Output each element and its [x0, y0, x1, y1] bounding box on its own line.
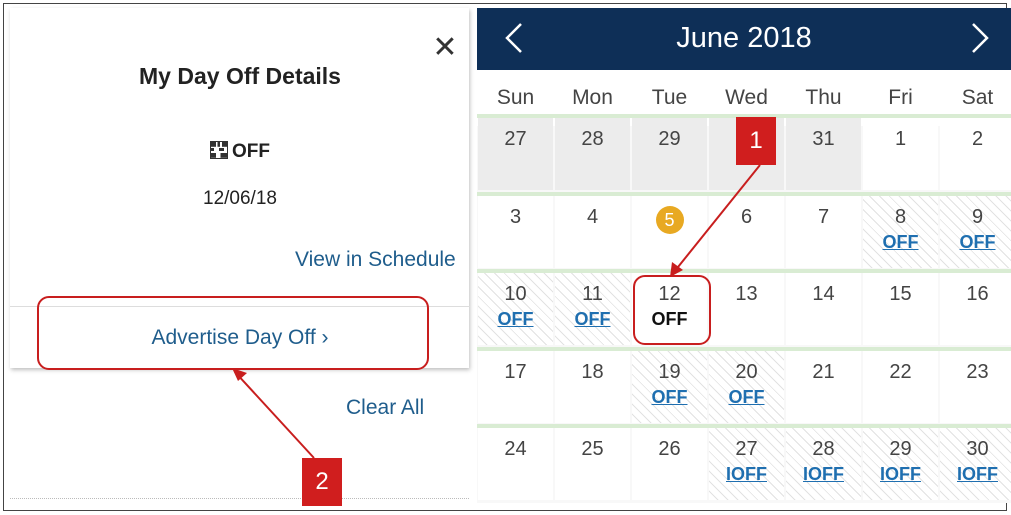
- month-title: June 2018: [676, 22, 812, 54]
- qr-code-icon: [210, 141, 228, 159]
- day-cell[interactable]: 19 OFF: [632, 351, 707, 423]
- day-cell[interactable]: 5: [632, 196, 707, 268]
- day-number: 9: [971, 206, 984, 228]
- day-cell[interactable]: 29 IOFF: [863, 428, 938, 500]
- day-cell[interactable]: 22: [863, 351, 938, 423]
- clear-all-link[interactable]: Clear All: [346, 396, 424, 420]
- day-cell[interactable]: 14: [786, 273, 861, 345]
- day-number: 4: [586, 206, 599, 228]
- day-cell[interactable]: 4: [555, 196, 630, 268]
- day-number: 3: [509, 206, 522, 228]
- day-cell[interactable]: 18: [555, 351, 630, 423]
- day-cell[interactable]: 29: [632, 118, 707, 190]
- today-marker: 5: [655, 206, 684, 234]
- day-cell[interactable]: 30 IOFF: [940, 428, 1011, 500]
- day-number: 23: [966, 361, 989, 383]
- day-number: 1: [894, 128, 907, 150]
- day-cell[interactable]: 9 OFF: [940, 196, 1011, 268]
- day-number: 29: [658, 128, 681, 150]
- day-cell[interactable]: 24: [478, 428, 553, 500]
- day-cell[interactable]: 10 OFF: [478, 273, 553, 345]
- day-off-tag[interactable]: IOFF: [940, 464, 1011, 485]
- day-number: 8: [894, 206, 907, 228]
- day-off-tag[interactable]: OFF: [940, 232, 1011, 253]
- day-number: 28: [812, 438, 835, 460]
- day-cell[interactable]: 31: [786, 118, 861, 190]
- day-number: 6: [740, 206, 753, 228]
- day-cell[interactable]: 2: [940, 118, 1011, 190]
- day-number: 28: [581, 128, 604, 150]
- day-number: 14: [812, 283, 835, 305]
- chevron-left-icon: [505, 23, 522, 53]
- day-cell[interactable]: 25: [555, 428, 630, 500]
- day-cell[interactable]: 17: [478, 351, 553, 423]
- day-cell[interactable]: 23: [940, 351, 1011, 423]
- divider: [10, 498, 469, 499]
- day-number: 5: [632, 206, 707, 234]
- day-number: 30: [966, 438, 989, 460]
- day-cell[interactable]: 27 IOFF: [709, 428, 784, 500]
- day-number: 21: [812, 361, 835, 383]
- day-off-date: 12/06/18: [203, 188, 277, 209]
- day-number: 11: [582, 283, 603, 305]
- next-month-button[interactable]: [959, 18, 999, 58]
- day-cell[interactable]: 8 OFF: [863, 196, 938, 268]
- day-cell[interactable]: 28: [555, 118, 630, 190]
- day-number: 15: [889, 283, 912, 305]
- day-number: 7: [817, 206, 830, 228]
- day-off-tag[interactable]: OFF: [863, 232, 938, 253]
- day-number: 13: [735, 283, 758, 305]
- day-number: 19: [658, 361, 681, 383]
- callout-badge-1: 1: [736, 117, 776, 165]
- callout-badge-2: 2: [302, 458, 342, 506]
- day-off-tag[interactable]: OFF: [478, 309, 553, 330]
- day-cell[interactable]: 6: [709, 196, 784, 268]
- day-number: 27: [735, 438, 758, 460]
- day-off-tag[interactable]: IOFF: [786, 464, 861, 485]
- day-off-tag[interactable]: IOFF: [709, 464, 784, 485]
- day-cell[interactable]: 26: [632, 428, 707, 500]
- day-number: 29: [889, 438, 912, 460]
- status-text: OFF: [232, 141, 270, 162]
- day-number: 25: [581, 438, 604, 460]
- day-number: 2: [971, 128, 984, 150]
- day-off-tag[interactable]: OFF: [632, 387, 707, 408]
- day-number: 24: [504, 438, 527, 460]
- day-number: 10: [504, 283, 527, 305]
- day-number: 16: [966, 283, 989, 305]
- day-number: 20: [735, 361, 758, 383]
- annotation-highlight-day-12: [633, 275, 711, 345]
- day-cell[interactable]: 21: [786, 351, 861, 423]
- day-number: 31: [812, 128, 835, 150]
- day-cell[interactable]: 20 OFF: [709, 351, 784, 423]
- day-cell[interactable]: 11 OFF: [555, 273, 630, 345]
- day-off-tag[interactable]: OFF: [555, 309, 630, 330]
- day-cell[interactable]: 16: [940, 273, 1011, 345]
- day-number: 18: [581, 361, 604, 383]
- panel-title: My Day Off Details: [139, 63, 341, 89]
- day-off-tag[interactable]: IOFF: [863, 464, 938, 485]
- day-number: 17: [504, 361, 527, 383]
- day-number: 26: [658, 438, 681, 460]
- chevron-right-icon: [972, 23, 989, 53]
- calendar: June 2018 SunMonTueWedThuFriSat 27282930…: [477, 8, 1011, 503]
- day-cell[interactable]: 15: [863, 273, 938, 345]
- day-cell[interactable]: 28 IOFF: [786, 428, 861, 500]
- day-cell[interactable]: 3: [478, 196, 553, 268]
- day-cell[interactable]: 7: [786, 196, 861, 268]
- day-number: 27: [504, 128, 527, 150]
- close-icon[interactable]: ✕: [430, 33, 460, 63]
- view-in-schedule-link[interactable]: View in Schedule: [295, 248, 456, 272]
- day-cell[interactable]: 1: [863, 118, 938, 190]
- day-number: 22: [889, 361, 912, 383]
- day-off-tag[interactable]: OFF: [709, 387, 784, 408]
- status-row: OFF: [10, 141, 470, 163]
- day-cell[interactable]: 27: [478, 118, 553, 190]
- calendar-header: June 2018: [477, 8, 1011, 70]
- previous-month-button[interactable]: [495, 18, 535, 58]
- day-cell[interactable]: 13: [709, 273, 784, 345]
- annotation-highlight-advertise: [37, 296, 429, 370]
